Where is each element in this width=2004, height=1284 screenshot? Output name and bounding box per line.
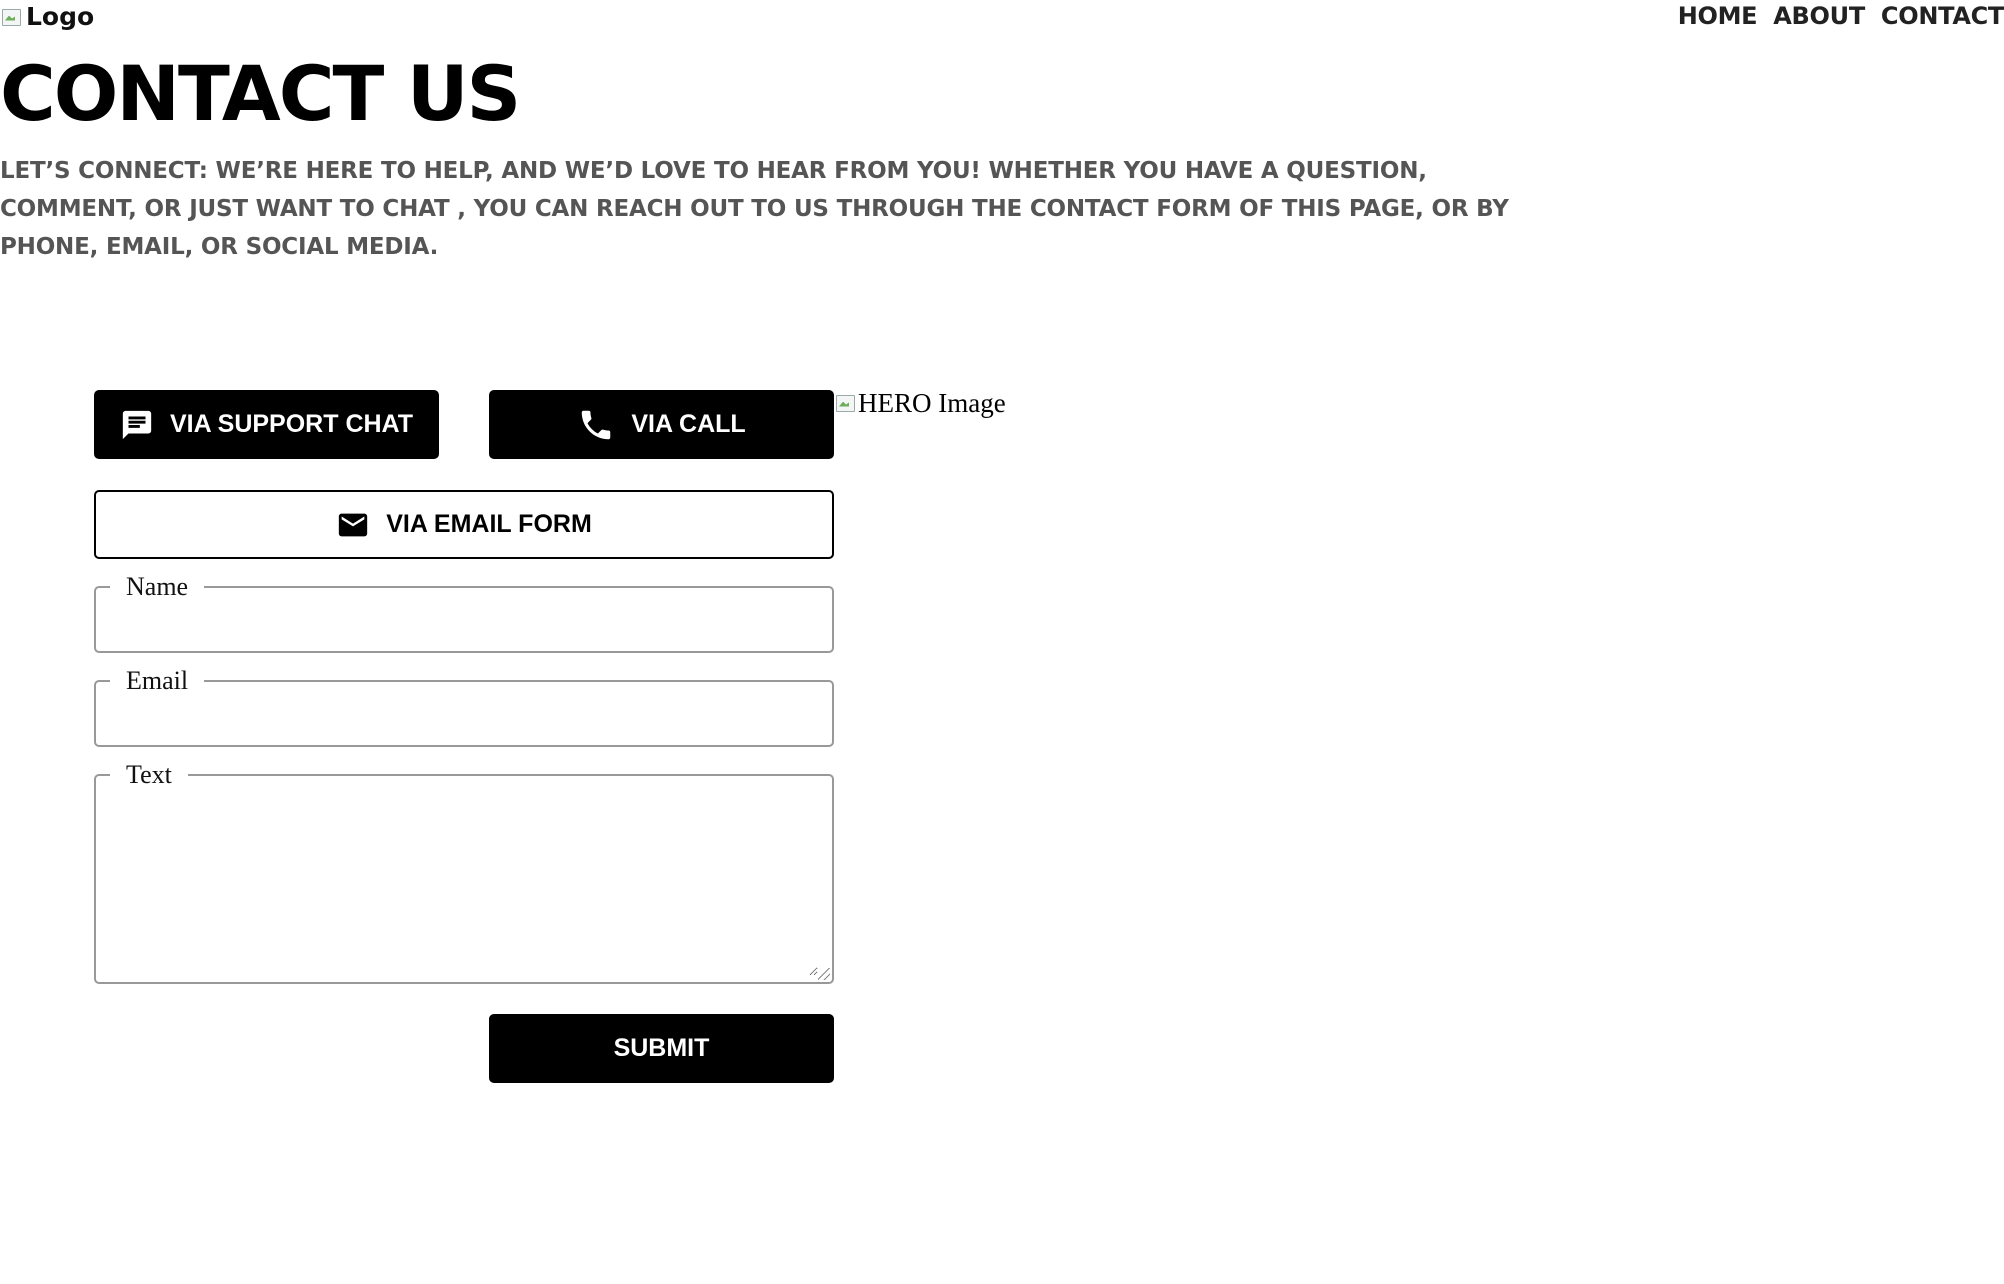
name-label: Name: [126, 572, 189, 601]
support-chat-label: VIA SUPPORT CHAT: [169, 410, 414, 438]
nav-contact[interactable]: CONTACT: [1881, 2, 2004, 30]
name-input[interactable]: [110, 602, 818, 646]
email-field: Email: [94, 666, 834, 747]
hero-image-alt-text: HERO Image: [858, 388, 1006, 418]
text-field: Text: [94, 760, 834, 984]
message-textarea[interactable]: [110, 790, 818, 976]
call-label: VIA CALL: [631, 410, 746, 438]
hero-image: HERO Image: [834, 388, 1006, 419]
text-label: Text: [126, 760, 172, 789]
nav-home[interactable]: HOME: [1678, 2, 1758, 30]
page-title: CONTACT US: [0, 49, 521, 138]
nav-about[interactable]: ABOUT: [1773, 2, 1865, 30]
phone-icon: [577, 406, 615, 444]
logo-alt-text: Logo: [26, 2, 95, 31]
call-button[interactable]: VIA CALL: [489, 390, 834, 459]
chat-icon: [120, 408, 154, 442]
resize-handle[interactable]: [818, 968, 830, 980]
email-form-button[interactable]: VIA EMAIL FORM: [94, 490, 834, 559]
logo[interactable]: Logo: [0, 2, 94, 31]
broken-image-icon: [834, 392, 858, 416]
submit-label: SUBMIT: [613, 1034, 710, 1062]
email-input[interactable]: [110, 696, 818, 740]
main-nav: HOME ABOUT CONTACT: [1678, 2, 2004, 30]
name-field: Name: [94, 572, 834, 653]
submit-button[interactable]: SUBMIT: [489, 1014, 834, 1083]
email-label: Email: [126, 666, 189, 695]
email-form-label: VIA EMAIL FORM: [386, 510, 592, 538]
mail-icon: [336, 508, 370, 542]
contact-page: Logo HOME ABOUT CONTACT CONTACT US LET’S…: [0, 0, 2004, 1284]
intro-text: LET’S CONNECT: WE’RE HERE TO HELP, AND W…: [0, 158, 1509, 260]
support-chat-button[interactable]: VIA SUPPORT CHAT: [94, 390, 439, 459]
broken-image-icon: [0, 6, 24, 28]
